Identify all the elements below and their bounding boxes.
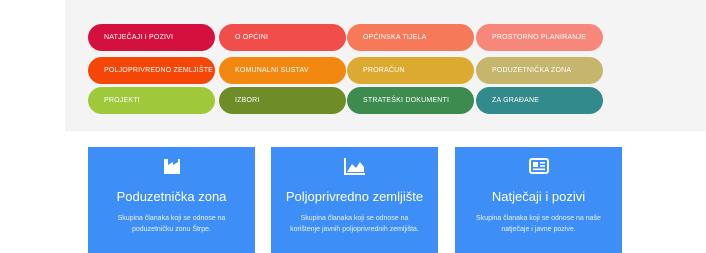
nav-label: PROJEKTI — [104, 97, 140, 104]
nav-izbori[interactable]: IZBORI — [219, 87, 346, 114]
nav-o-opcini[interactable]: O OPĆINI — [219, 24, 346, 51]
card-title: Poduzetnička zona — [116, 189, 227, 204]
nav-projekti[interactable]: PROJEKTI — [88, 87, 215, 114]
nav-prostorno-planiranje[interactable]: PROSTORNO PLANIRANJE — [476, 24, 603, 51]
nav-poljoprivredno-zemljiste[interactable]: POLJOPRIVREDNO ZEMLJIŠTE — [88, 57, 215, 84]
newspaper-icon — [528, 158, 549, 174]
area-chart-icon — [343, 158, 365, 175]
nav-label: PRORAČUN — [363, 67, 405, 74]
card-title: Natječaji i pozivi — [491, 189, 586, 204]
nav-label: PROSTORNO PLANIRANJE — [492, 34, 587, 41]
card-poljoprivredno-zemljiste[interactable]: Poljoprivredno zemljište Skupina članaka… — [271, 147, 438, 253]
nav-label: IZBORI — [235, 97, 260, 104]
card-title: Poljoprivredno zemljište — [285, 189, 424, 204]
card-description: Skupina članaka koji se odnose na korišt… — [290, 215, 419, 233]
factory-icon — [163, 159, 180, 174]
nav-label: O OPĆINI — [235, 34, 269, 41]
nav-label: POLJOPRIVREDNO ZEMLJIŠTE — [104, 67, 214, 74]
card-description: Skupina članaka koji se odnose na poduze… — [117, 215, 226, 233]
nav-poduzetnicka-zona[interactable]: PODUZETNIČKA ZONA — [476, 57, 603, 84]
nav-za-gradane[interactable]: ZA GRAĐANE — [476, 87, 603, 114]
nav-opcinska-tijela[interactable]: OPĆINSKA TIJELA — [347, 24, 474, 51]
nav-label: KOMUNALNI SUSTAV — [235, 67, 309, 74]
card-natjecaji-i-pozivi[interactable]: Natječaji i pozivi Skupina članaka koji … — [455, 147, 622, 253]
nav-label: ZA GRAĐANE — [492, 97, 540, 104]
nav-strateski-dokumenti[interactable]: STRATEŠKI DOKUMENTI — [347, 87, 474, 114]
nav-label: OPĆINSKA TIJELA — [363, 34, 427, 41]
nav-proracun[interactable]: PRORAČUN — [347, 57, 474, 84]
nav-label: NATJEČAJI I POZIVI — [104, 34, 174, 41]
nav-label: STRATEŠKI DOKUMENTI — [363, 97, 450, 104]
nav-label: PODUZETNIČKA ZONA — [492, 67, 572, 74]
card-description: Skupina članaka koji se odnose na naše n… — [476, 215, 601, 233]
nav-komunalni-sustav[interactable]: KOMUNALNI SUSTAV — [219, 57, 346, 84]
card-poduzetnicka-zona[interactable]: Poduzetnička zona Skupina članaka koji s… — [88, 147, 255, 253]
nav-natjecaji-i-pozivi[interactable]: NATJEČAJI I POZIVI — [88, 24, 215, 51]
